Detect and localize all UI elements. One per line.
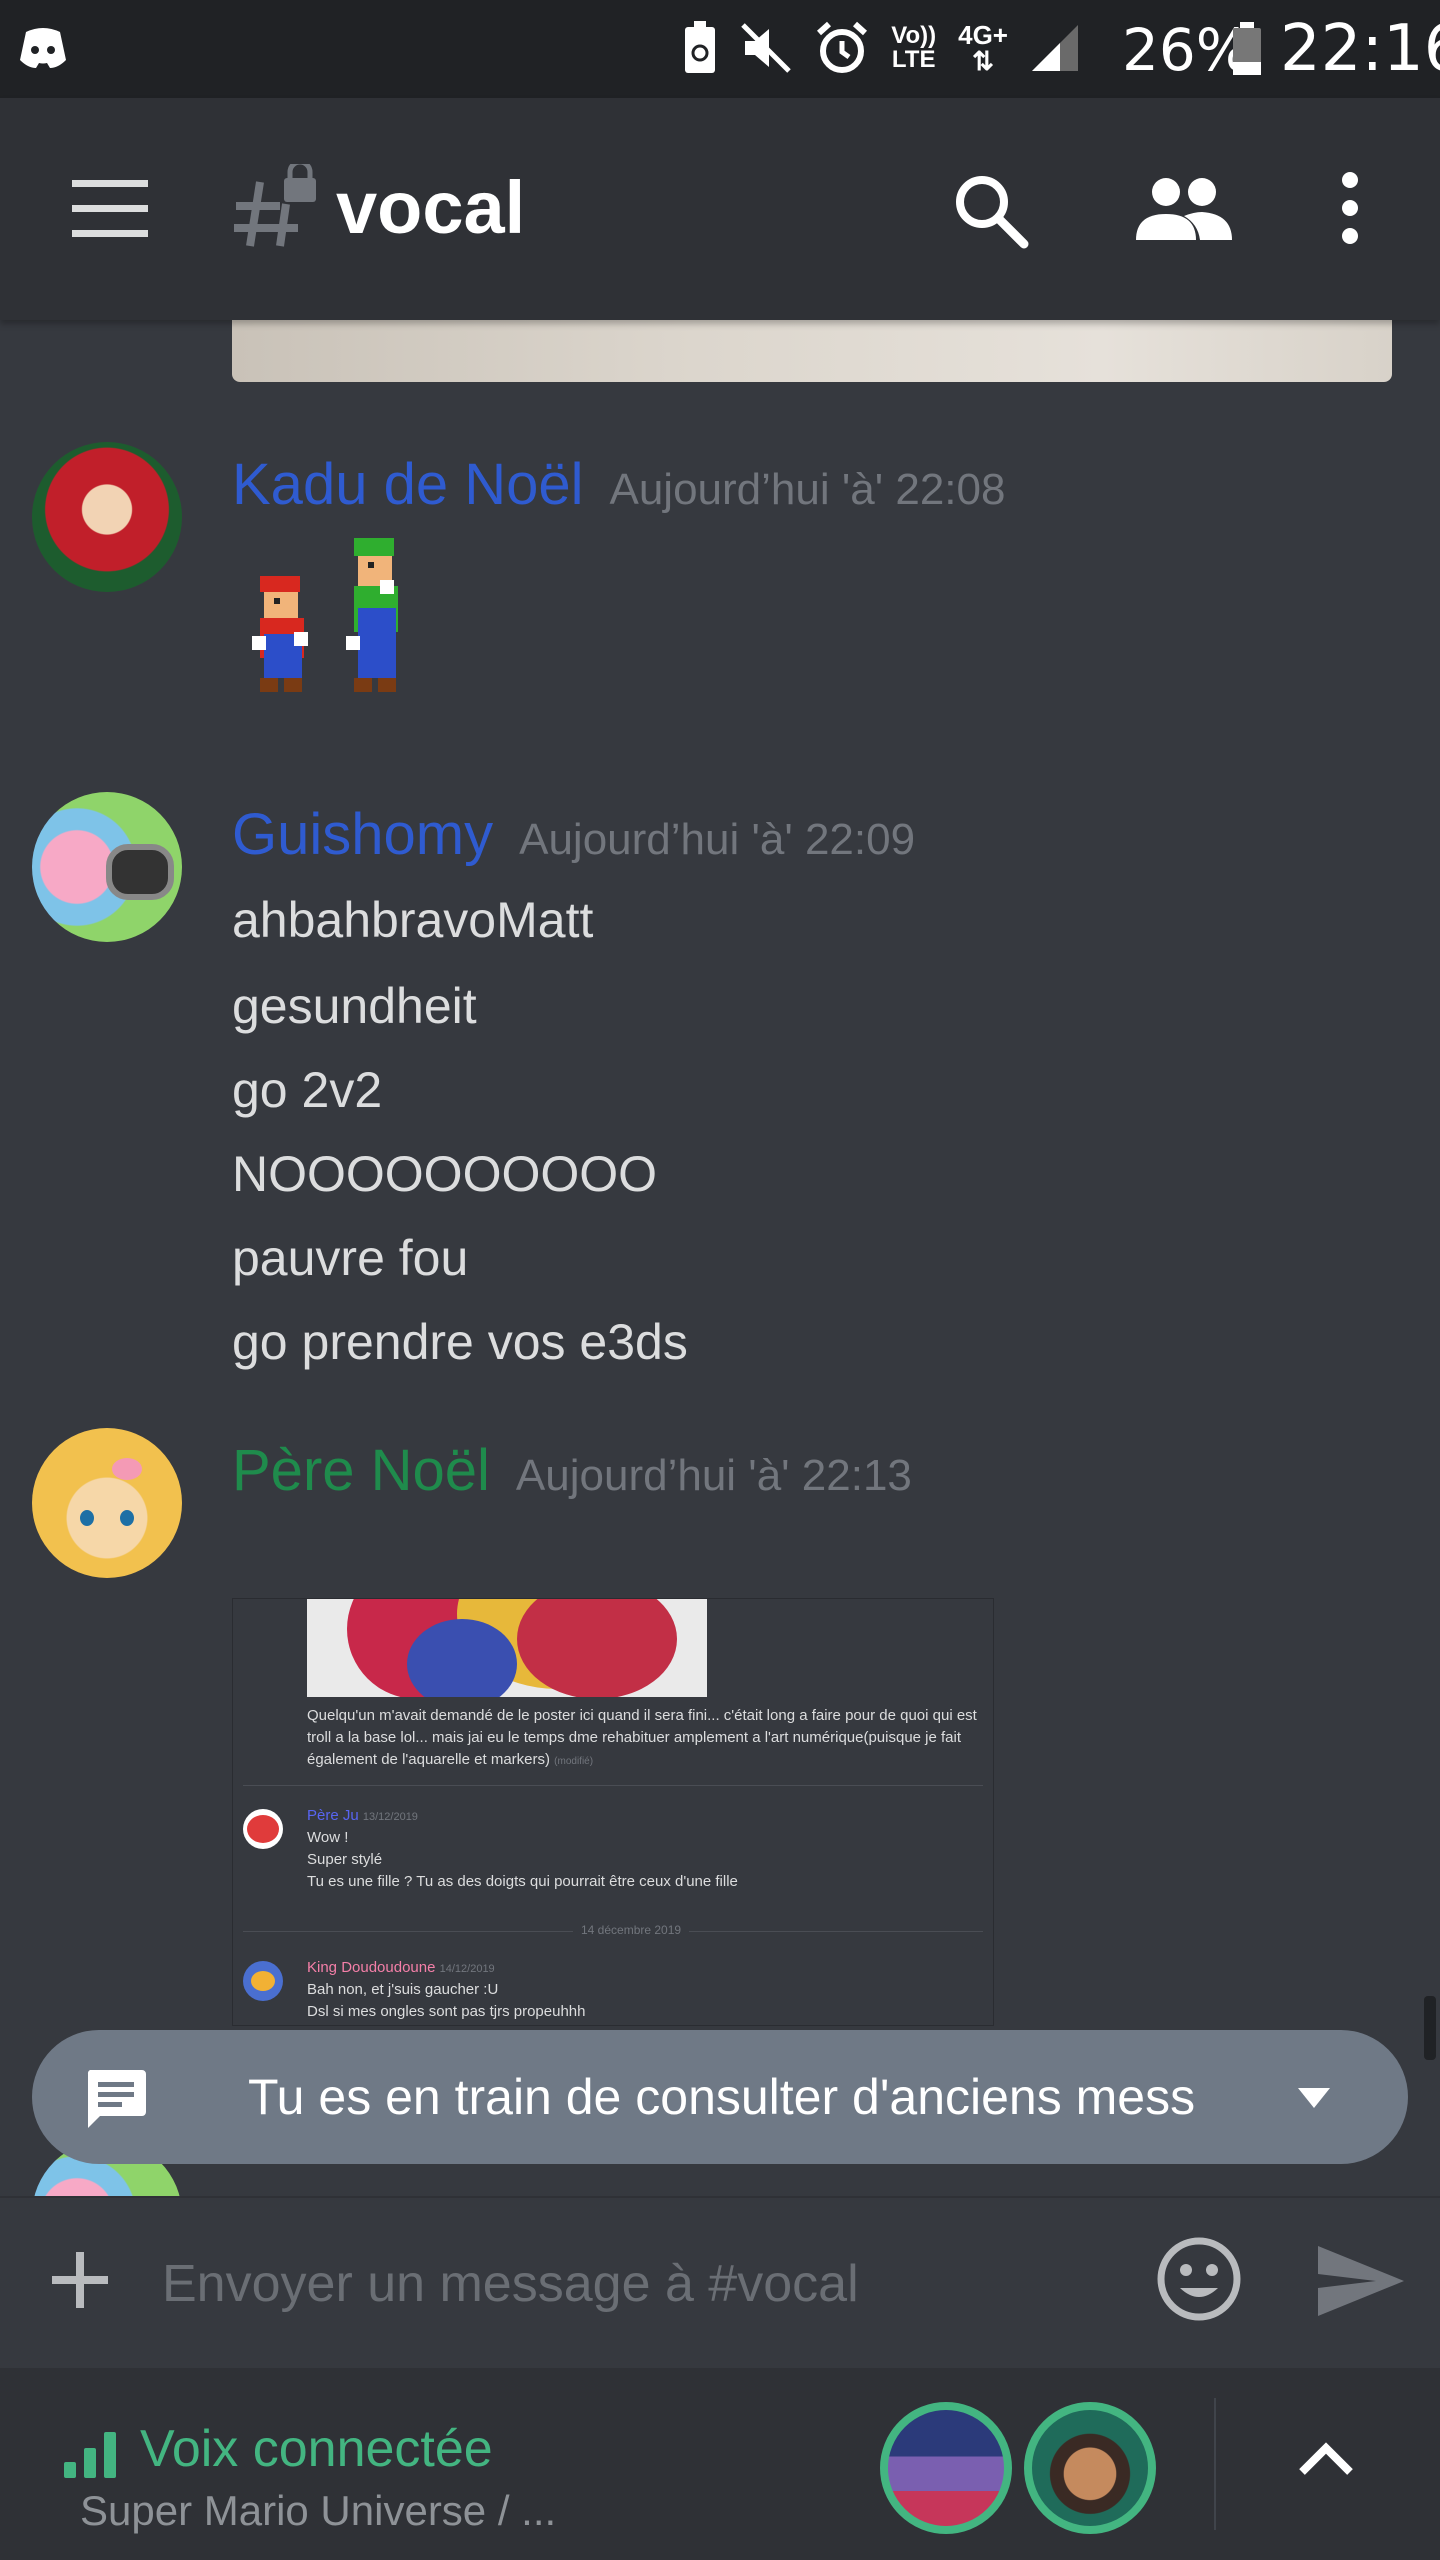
discord-icon [20,28,66,68]
reply-header: King Doudoudoune 14/12/2019 [307,1959,495,1976]
message-text: ahbahbravoMatt [232,892,594,948]
message-text: NOOOOOOOOOO [232,1146,658,1202]
signal-icon [1032,25,1078,71]
status-icons: Vo)) LTE 4G+ ⇅ [683,18,1080,78]
message-composer [0,2196,1440,2370]
screenshot-attachment[interactable]: Quelqu'un m'avait demandé de le poster i… [232,1598,994,2026]
battery-icon [1233,22,1261,75]
message-text: go 2v2 [232,1062,383,1118]
reply-line: Bah non, et j'suis gaucher :U [307,1981,499,1998]
search-icon[interactable] [950,170,1030,250]
voice-participant-avatar[interactable] [880,2402,1012,2534]
timestamp: Aujourd’hui 'à' 22:09 [519,815,916,864]
banner-text: Tu es en train de consulter d'anciens me… [248,2069,1196,2125]
caption-line: troll a la base lol... mais jai eu le te… [307,1729,962,1746]
more-vertical-icon[interactable] [1330,170,1370,250]
message-header: Père Noël Aujourd’hui 'à' 22:13 [232,1436,912,1506]
voice-channel-name: Super Mario Universe / ... [80,2487,557,2534]
emoji-icon[interactable] [1156,2236,1242,2322]
reply-line: Wow ! [307,1829,349,1846]
reply-line: Dsl si mes ongles sont pas tjrs propeuhh… [307,2003,586,2020]
channel-header: vocal [0,98,1440,320]
avatar-detail [120,1510,134,1526]
username[interactable]: Kadu de Noël [232,452,583,517]
message-text: pauvre fou [232,1230,469,1286]
divider [1214,2398,1216,2530]
clock: 22:16 [1280,12,1440,86]
avatar-detail [112,1458,142,1480]
status-bar: Vo)) LTE 4G+⇅ 26% 22:16 [0,0,1440,98]
hamburger-menu-icon[interactable] [72,178,152,240]
channel-title: vocal [336,166,526,249]
4g-icon: 4G+ ⇅ [958,20,1008,76]
reply-line: Super stylé [307,1851,383,1868]
message-text: gesundheit [232,978,477,1034]
message-text: go prendre vos e3ds [232,1314,688,1370]
divider [243,1785,983,1786]
date-divider: 14 décembre 2019 [573,1923,690,1937]
members-icon[interactable] [1134,174,1234,244]
avatar-detail [251,1971,275,1991]
avatar [243,1809,283,1849]
username[interactable]: Père Noël [232,1438,490,1503]
avatar [243,1961,283,2001]
art-shape [517,1599,677,1697]
alarm-icon [817,21,868,73]
reply-header: Père Ju 13/12/2019 [307,1807,418,1824]
message-input[interactable] [160,2238,1124,2330]
mute-icon [741,23,792,73]
username[interactable]: Guishomy [232,802,493,867]
voice-connection-bar[interactable]: Voix connectée Super Mario Universe / ..… [0,2368,1440,2560]
jump-to-present-banner[interactable]: Tu es en train de consulter d'anciens me… [32,2030,1408,2164]
locked-channel-hash-icon [234,164,316,247]
scrollbar[interactable] [1424,1996,1436,2060]
voice-participant-avatar[interactable] [1024,2402,1156,2534]
avatar[interactable] [32,792,182,942]
timestamp: Aujourd’hui 'à' 22:08 [609,465,1006,514]
recycle-battery-icon [685,21,716,73]
plus-icon[interactable] [48,2248,112,2312]
caption-line: également de l'aquarelle et markers) (mo… [307,1751,594,1768]
chevron-up-icon[interactable] [1296,2430,1356,2490]
voice-status: Voix connectée [140,2420,493,2478]
reply-line: Tu es une fille ? Tu as des doigts qui p… [307,1873,738,1890]
message-header: Guishomy Aujourd’hui 'à' 22:09 [232,800,915,870]
avatar-detail [247,1815,279,1843]
message-header: Kadu de Noël Aujourd’hui 'à' 22:08 [232,450,1005,520]
avatar-detail [80,1510,94,1526]
mario-luigi-sticker-image[interactable] [250,536,430,726]
avatar[interactable] [32,442,182,592]
artwork-image [307,1599,707,1697]
send-icon[interactable] [1316,2244,1406,2318]
avatar[interactable] [32,1428,182,1578]
volte-icon: Vo)) LTE [891,22,937,73]
voice-signal-icon [64,2432,116,2478]
avatar-detail [106,844,174,900]
caption-line: Quelqu'un m'avait demandé de le poster i… [307,1707,977,1724]
timestamp: Aujourd’hui 'à' 22:13 [515,1451,912,1500]
chevron-down-icon[interactable] [1292,2078,1336,2118]
chat-bubble-icon [87,2070,146,2128]
